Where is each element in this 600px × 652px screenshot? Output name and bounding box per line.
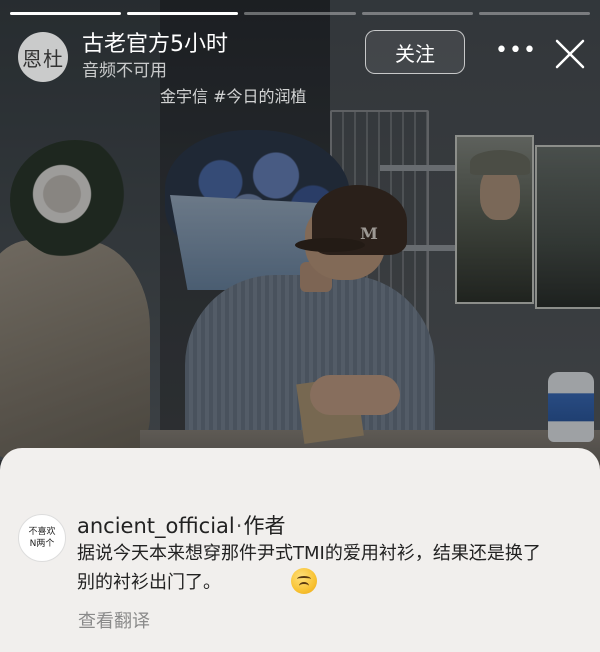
story-progress xyxy=(10,12,591,15)
translate-link[interactable]: 查看翻译 xyxy=(78,607,150,633)
upside-down-face-emoji-icon xyxy=(291,568,317,594)
more-icon[interactable]: ••• xyxy=(495,38,536,68)
caption-panel: 不喜欢 N两个 ancient_official·作者 据说今天本来想穿那件尹式… xyxy=(0,448,600,652)
caption-line-2-text: 别的衬衫出门了。 xyxy=(77,572,221,593)
author-avatar-line2: N两个 xyxy=(29,539,55,549)
story-progress-segment xyxy=(244,12,356,15)
profile-avatar-text: 恩杜 xyxy=(22,46,64,71)
caption-line-2: 别的衬衫出门了。 xyxy=(77,568,592,597)
story-progress-fill xyxy=(10,12,122,15)
caption-text: 据说今天本来想穿那件尹式TMI的爱用衬衫，结果还是换了 别的衬衫出门了。 xyxy=(77,540,592,597)
story-tag[interactable]: 金宇信 #今日的润植 xyxy=(160,83,307,107)
author-separator: · xyxy=(235,514,243,538)
author-avatar-line1: 不喜欢 xyxy=(28,527,56,537)
author-avatar[interactable]: 不喜欢 N两个 xyxy=(18,514,66,562)
story-progress-segment xyxy=(478,12,591,15)
story-progress-segment xyxy=(10,12,122,15)
story-progress-segment xyxy=(127,12,239,15)
story-progress-segment xyxy=(361,12,473,15)
close-icon-glyph xyxy=(555,39,585,69)
follow-button[interactable]: 关注 xyxy=(365,30,465,74)
profile-avatar[interactable]: 恩杜 xyxy=(18,32,68,82)
author-line: ancient_official·作者 xyxy=(77,510,285,540)
author-role: 作者 xyxy=(243,514,286,538)
story-progress-fill xyxy=(127,12,239,15)
author-name[interactable]: ancient_official xyxy=(77,514,235,538)
audio-status: 音频不可用 xyxy=(82,61,167,81)
close-icon[interactable] xyxy=(552,36,588,72)
caption-line-1: 据说今天本来想穿那件尹式TMI的爱用衬衫，结果还是换了 xyxy=(77,543,541,564)
profile-username[interactable]: 古老官方5小时 xyxy=(82,26,228,58)
